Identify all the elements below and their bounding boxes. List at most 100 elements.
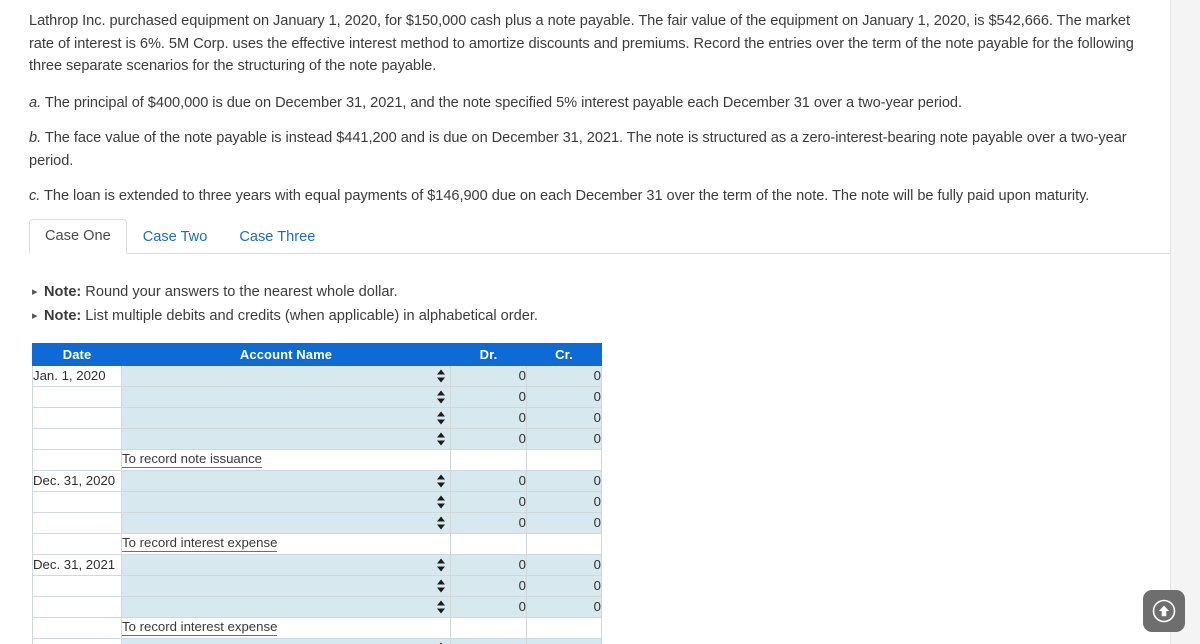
table-row: To record interest expense — [32, 532, 602, 555]
tab-case-one[interactable]: Case One — [29, 218, 127, 254]
cell-date: Dec. 31, 2021 — [32, 637, 122, 644]
cell-date — [32, 616, 122, 639]
debit-input[interactable]: 0 — [450, 553, 527, 576]
chevron-updown-icon — [436, 474, 445, 487]
scroll-to-top-button[interactable] — [1143, 590, 1185, 632]
memo-text: To record interest expense — [122, 535, 278, 552]
cell-dr-blank — [450, 616, 527, 639]
note-item: ▸ Note: Round your answers to the nearest… — [29, 282, 1140, 303]
cell-date — [32, 595, 122, 618]
chevron-updown-icon — [436, 579, 445, 592]
note-text: Note: List multiple debits and credits (w… — [44, 306, 538, 327]
cell-memo[interactable]: To record interest expense — [121, 532, 451, 555]
credit-input[interactable]: 0 — [526, 469, 602, 492]
account-name-select[interactable] — [121, 511, 451, 534]
tab-case-three[interactable]: Case Three — [223, 220, 331, 254]
credit-input[interactable]: 0 — [526, 385, 602, 408]
table-header-row: Date Account Name Dr. Cr. — [32, 342, 602, 366]
scenario-c-label: c. — [29, 188, 41, 204]
note-item: ▸ Note: List multiple debits and credits … — [29, 306, 1140, 327]
debit-input[interactable]: 0 — [450, 511, 527, 534]
cell-memo[interactable]: To record interest expense — [121, 616, 451, 639]
debit-input[interactable]: 0 — [450, 574, 527, 597]
journal-table-body: Jan. 1, 2020 0 0 0 0 0 0 0 0 To record note issua… — [32, 364, 602, 644]
column-header-account-name: Account Name — [121, 342, 451, 366]
scenario-a: a. The principal of $400,000 is due on D… — [29, 92, 1140, 115]
cell-date — [32, 406, 122, 429]
chevron-updown-icon — [436, 516, 445, 529]
note-prefix: Note: — [44, 283, 82, 300]
debit-input[interactable]: 0 — [450, 490, 527, 513]
debit-input[interactable]: 0 — [450, 595, 527, 618]
account-name-select[interactable] — [121, 385, 451, 408]
tab-case-two[interactable]: Case Two — [127, 220, 224, 254]
account-name-select[interactable] — [121, 406, 451, 429]
credit-input[interactable]: 0 — [526, 595, 602, 618]
journal-entry-table: Date Account Name Dr. Cr. Jan. 1, 2020 0 0… — [32, 342, 602, 644]
credit-input[interactable]: 0 — [526, 406, 602, 429]
debit-input[interactable]: 0 — [450, 364, 527, 387]
table-row: 00 — [32, 427, 602, 450]
account-name-select[interactable] — [121, 469, 451, 492]
cell-date — [32, 511, 122, 534]
table-row: 00 — [32, 406, 602, 429]
note-text: Note: Round your answers to the nearest w… — [44, 282, 398, 303]
cell-dr-blank — [450, 532, 527, 555]
note-body: Round your answers to the nearest whole … — [85, 283, 398, 300]
table-row: Dec. 31, 2020 0 0 — [32, 469, 602, 492]
chevron-updown-icon — [436, 411, 445, 424]
credit-input[interactable]: 0 — [526, 637, 602, 644]
page-root: Lathrop Inc. purchased equipment on Janu… — [0, 0, 1200, 644]
table-row: Jan. 1, 2020 0 0 — [32, 364, 602, 387]
account-name-select[interactable] — [121, 574, 451, 597]
chevron-updown-icon — [436, 369, 445, 382]
scenario-a-text: The principal of $400,000 is due on Dece… — [44, 94, 962, 111]
cell-date — [32, 574, 122, 597]
cell-date — [32, 385, 122, 408]
content-panel: Lathrop Inc. purchased equipment on Janu… — [0, 0, 1171, 644]
account-name-select[interactable] — [121, 637, 451, 644]
credit-input[interactable]: 0 — [526, 574, 602, 597]
debit-input[interactable]: 0 — [450, 406, 527, 429]
memo-text: To record note issuance — [122, 451, 263, 468]
notes-list: ▸ Note: Round your answers to the nearest… — [29, 282, 1140, 327]
journal-table-wrapper: Date Account Name Dr. Cr. Jan. 1, 2020 0 0… — [32, 342, 1140, 644]
account-name-select[interactable] — [121, 595, 451, 618]
account-name-select[interactable] — [121, 490, 451, 513]
note-prefix: Note: — [44, 307, 82, 324]
bullet-icon: ▸ — [32, 285, 38, 298]
scenario-a-label: a. — [29, 94, 42, 111]
debit-input[interactable]: 0 — [450, 427, 527, 450]
cell-cr-blank — [526, 532, 602, 555]
table-row: To record note issuance — [32, 448, 602, 471]
scenario-c-text: The loan is extended to three years with… — [44, 188, 1090, 204]
cell-date: Jan. 1, 2020 — [32, 364, 122, 387]
column-header-dr: Dr. — [450, 342, 527, 366]
credit-input[interactable]: 0 — [526, 490, 602, 513]
cell-memo[interactable]: To record note issuance — [121, 448, 451, 471]
account-name-select[interactable] — [121, 553, 451, 576]
credit-input[interactable]: 0 — [526, 511, 602, 534]
debit-input[interactable]: 0 — [450, 637, 527, 644]
memo-text: To record interest expense — [122, 619, 278, 636]
chevron-updown-icon — [436, 495, 445, 508]
note-body: List multiple debits and credits (when a… — [85, 307, 538, 324]
cell-date: Dec. 31, 2020 — [32, 469, 122, 492]
debit-input[interactable]: 0 — [450, 469, 527, 492]
account-name-select[interactable] — [121, 427, 451, 450]
chevron-updown-icon — [436, 390, 445, 403]
credit-input[interactable]: 0 — [526, 553, 602, 576]
column-header-date: Date — [32, 342, 122, 366]
account-name-select[interactable] — [121, 364, 451, 387]
debit-input[interactable]: 0 — [450, 385, 527, 408]
credit-input[interactable]: 0 — [526, 364, 602, 387]
scenario-c: c. The loan is extended to three years w… — [29, 185, 1140, 208]
cell-date — [32, 490, 122, 513]
table-row: 00 — [32, 385, 602, 408]
cell-date — [32, 448, 122, 471]
chevron-updown-icon — [436, 600, 445, 613]
scenario-b-text: The face value of the note payable is in… — [29, 130, 1127, 169]
credit-input[interactable]: 0 — [526, 427, 602, 450]
table-row: To record interest expense — [32, 616, 602, 639]
case-tabs: Case One Case Two Case Three — [29, 218, 1170, 254]
